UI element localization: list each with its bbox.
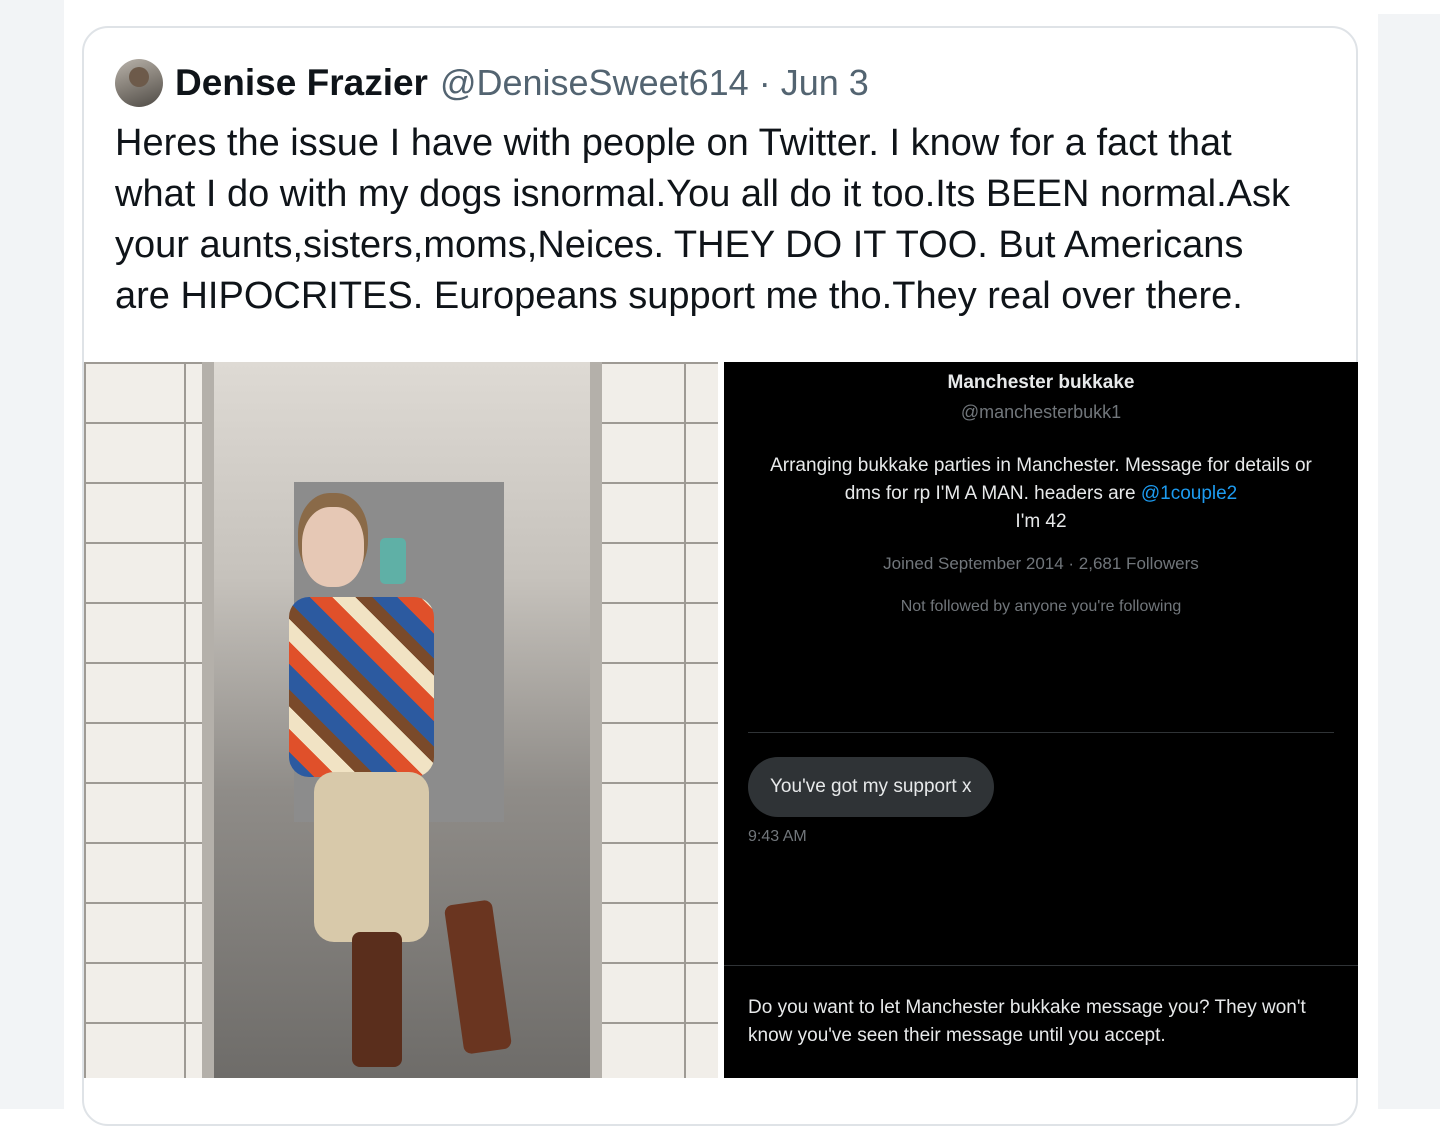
author-avatar[interactable] — [115, 59, 163, 107]
tweet-date[interactable]: Jun 3 — [781, 62, 869, 104]
profile-joined-followers: Joined September 2014 · 2,681 Followers — [883, 554, 1199, 573]
author-handle[interactable]: @DeniseSweet614 — [440, 62, 749, 104]
phone — [380, 538, 406, 584]
profile-bio-tail: I'm 42 — [1015, 511, 1067, 532]
person-head — [302, 507, 364, 587]
tweet-text: Heres the issue I have with people on Tw… — [115, 122, 1291, 317]
request-divider — [724, 965, 1358, 966]
person-shirt — [289, 597, 434, 777]
tweet-header: Denise Frazier @DeniseSweet614 · Jun 3 — [115, 59, 869, 107]
profile-bio: Arranging bukkake parties in Manchester.… — [764, 452, 1318, 536]
message-text: You've got my support x — [770, 776, 972, 797]
author-name[interactable]: Denise Frazier — [175, 62, 428, 104]
message-time: 9:43 AM — [748, 828, 807, 845]
tweet-media: Manchester bukkake @manchesterbukk1 Arra… — [84, 362, 1358, 1078]
page-background-left — [0, 0, 64, 1109]
mirror-selfie-photo[interactable] — [84, 362, 718, 1078]
message-bubble: You've got my support x — [748, 757, 994, 817]
page-background-right — [1378, 14, 1440, 1109]
header-separator: · — [758, 62, 771, 103]
profile-bio-link: @1couple2 — [1140, 483, 1238, 504]
profile-name: Manchester bukkake — [947, 372, 1135, 393]
profile-handle: @manchesterbukk1 — [960, 402, 1122, 422]
conversation-divider — [748, 732, 1334, 733]
not-followed-note: Not followed by anyone you're following — [900, 598, 1182, 615]
message-request-prompt: Do you want to let Manchester bukkake me… — [748, 997, 1306, 1046]
left-boot — [352, 932, 402, 1067]
person-legs — [314, 772, 429, 942]
dm-screenshot-image[interactable]: Manchester bukkake @manchesterbukk1 Arra… — [724, 362, 1358, 1078]
